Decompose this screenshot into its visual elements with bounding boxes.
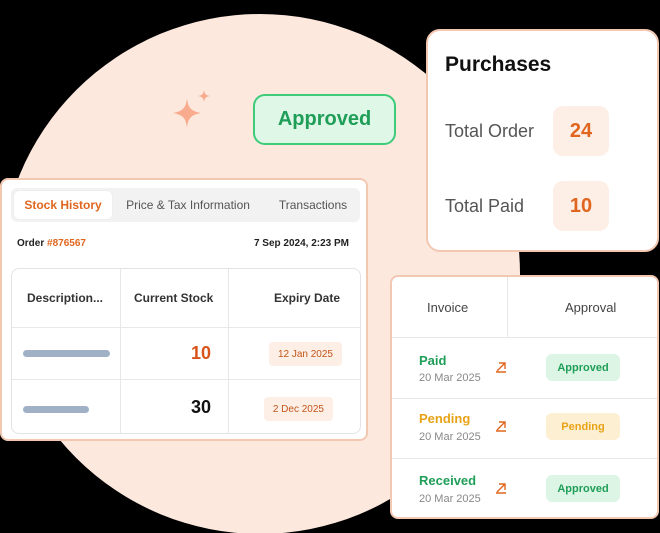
approval-badge: Approved	[546, 354, 620, 381]
order-id: Order #876567	[17, 238, 86, 249]
invoice-status: Pending	[419, 411, 471, 426]
total-order-label: Total Order	[445, 120, 535, 141]
column-header-invoice[interactable]: Invoice	[427, 277, 468, 338]
stock-history-card: Stock History Price & Tax Information Tr…	[0, 178, 368, 441]
invoice-date: 20 Mar 2025	[419, 431, 481, 443]
stock-table: Description... Current Stock Expiry Date…	[11, 268, 361, 434]
description-placeholder	[23, 350, 110, 357]
table-header: Invoice Approval	[392, 277, 657, 338]
expiry-date-chip: 2 Dec 2025	[263, 397, 333, 421]
table-row[interactable]: 10 12 Jan 2025	[12, 327, 360, 379]
external-link-icon[interactable]	[495, 482, 507, 494]
table-row[interactable]: 30 2 Dec 2025	[12, 379, 360, 433]
tab-price-tax-information[interactable]: Price & Tax Information	[117, 191, 259, 219]
total-paid-value: 10	[553, 181, 609, 231]
approved-badge: Approved	[253, 94, 396, 145]
current-stock-value: 30	[190, 397, 211, 417]
approval-badge: Approved	[546, 475, 620, 502]
invoice-approval-card: Invoice Approval Paid 20 Mar 2025 Approv…	[390, 275, 659, 519]
invoice-row[interactable]: Pending 20 Mar 2025 Pending	[392, 399, 657, 459]
purchases-card: Purchases Total Order 24 Total Paid 10	[426, 29, 659, 252]
column-header-approval[interactable]: Approval	[565, 277, 616, 338]
invoice-status: Paid	[419, 353, 447, 368]
order-info: Order #876567 7 Sep 2024, 2:23 PM	[17, 238, 349, 249]
invoice-row[interactable]: Paid 20 Mar 2025 Approved	[392, 339, 657, 399]
order-number[interactable]: #876567	[47, 238, 86, 249]
sparkle-icon	[173, 90, 210, 128]
total-paid-label: Total Paid	[445, 195, 525, 216]
tab-transactions[interactable]: Transactions	[269, 191, 357, 219]
description-placeholder	[23, 406, 89, 413]
external-link-icon[interactable]	[495, 420, 507, 432]
approval-badge: Pending	[546, 413, 620, 440]
invoice-row[interactable]: Received 20 Mar 2025 Approved	[392, 460, 657, 517]
order-date: 7 Sep 2024, 2:23 PM	[253, 238, 349, 249]
column-header-current-stock[interactable]: Current Stock	[134, 269, 213, 327]
expiry-date-chip: 12 Jan 2025	[268, 342, 342, 366]
tab-stock-history[interactable]: Stock History	[14, 191, 112, 219]
column-header-description[interactable]: Description...	[27, 269, 103, 327]
invoice-date: 20 Mar 2025	[419, 372, 481, 384]
invoice-status: Received	[419, 473, 477, 488]
total-order-value: 24	[553, 106, 609, 156]
purchases-title: Purchases	[445, 53, 552, 76]
column-header-expiry-date[interactable]: Expiry Date	[274, 269, 340, 327]
current-stock-value: 10	[190, 343, 211, 363]
tab-bar: Stock History Price & Tax Information Tr…	[11, 188, 360, 222]
order-label: Order	[17, 238, 45, 249]
total-order-row: Total Order 24	[445, 106, 609, 156]
table-header: Description... Current Stock Expiry Date	[12, 269, 360, 327]
total-paid-row: Total Paid 10	[445, 181, 609, 231]
invoice-date: 20 Mar 2025	[419, 493, 481, 505]
external-link-icon[interactable]	[495, 361, 507, 373]
